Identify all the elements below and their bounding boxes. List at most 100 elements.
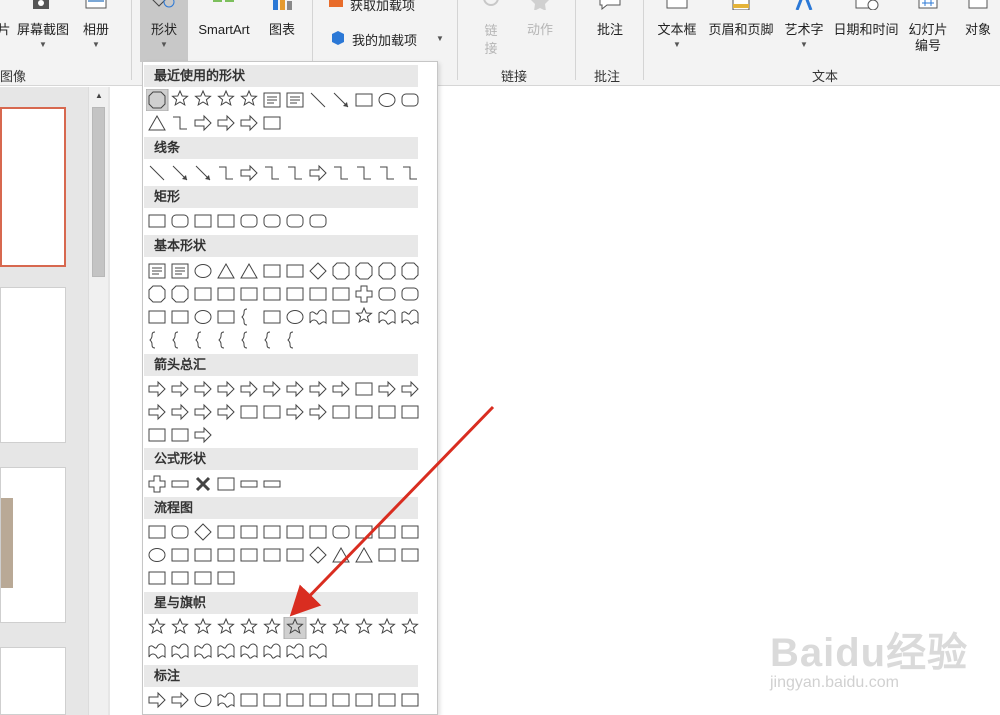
bent-arrow-shape-icon[interactable] xyxy=(332,380,350,398)
lr-arrow-shape-icon[interactable] xyxy=(240,380,258,398)
rounded-rect-shape-icon[interactable] xyxy=(171,214,189,228)
shapes-button[interactable]: 形状 ▼ xyxy=(140,0,188,62)
scroll-h-shape-icon[interactable] xyxy=(263,643,281,659)
parallelogram-shape-icon[interactable] xyxy=(263,264,281,278)
triangle-shape-icon[interactable] xyxy=(148,114,166,131)
callout-rect-shape-icon[interactable] xyxy=(148,691,166,709)
trapezoid-shape-icon[interactable] xyxy=(286,264,304,278)
left-callout-shape-icon[interactable] xyxy=(378,405,396,419)
line-callout5-shape-icon[interactable] xyxy=(332,693,350,707)
donut-shape-icon[interactable] xyxy=(194,310,212,324)
chart-button[interactable]: 图表 xyxy=(262,0,302,62)
elbow-shape-icon[interactable] xyxy=(173,116,187,130)
fc-internal-shape-icon[interactable] xyxy=(263,525,281,539)
hexagon-shape-icon[interactable] xyxy=(355,262,373,280)
fc-data-shape-icon[interactable] xyxy=(217,525,235,539)
slide-thumbnail[interactable] xyxy=(0,287,66,443)
down-arrow-shape-icon[interactable] xyxy=(240,114,258,132)
up-callout-shape-icon[interactable] xyxy=(401,405,419,419)
frame-shape-icon[interactable] xyxy=(263,287,281,301)
star24-shape-icon[interactable] xyxy=(378,617,396,634)
comment-button[interactable]: 批注 xyxy=(590,0,630,62)
fc-extract-shape-icon[interactable] xyxy=(332,546,350,563)
curved-down-shape-icon[interactable] xyxy=(217,403,235,421)
slide-thumbnail[interactable] xyxy=(0,107,66,267)
slide-thumbnail[interactable] xyxy=(0,467,66,623)
ud-arrow-shape-icon[interactable] xyxy=(263,380,281,398)
u-turn-shape-icon[interactable] xyxy=(355,382,373,396)
quad-callout-shape-icon[interactable] xyxy=(171,428,189,442)
callout-oval-shape-icon[interactable] xyxy=(194,693,212,707)
fc-alt-shape-icon[interactable] xyxy=(171,525,189,539)
explosion1-shape-icon[interactable] xyxy=(148,617,166,634)
right-callout-shape-icon[interactable] xyxy=(332,405,350,419)
fc-manual-op-shape-icon[interactable] xyxy=(401,525,419,539)
left-brace-shape-icon[interactable] xyxy=(264,331,271,349)
plus-shape-icon[interactable] xyxy=(148,475,166,493)
star12-shape-icon[interactable] xyxy=(332,617,350,634)
line-callout7-shape-icon[interactable] xyxy=(378,693,396,707)
slide-thumbnail[interactable] xyxy=(0,647,66,715)
round2-shape-icon[interactable] xyxy=(286,214,304,228)
decagon-shape-icon[interactable] xyxy=(148,285,166,303)
circular-arrow-shape-icon[interactable] xyxy=(194,426,212,444)
line-arrow-shape-icon[interactable] xyxy=(172,165,188,181)
right-brace-shape-icon[interactable] xyxy=(287,331,294,349)
oval-shape-icon[interactable] xyxy=(194,264,212,278)
star6-shape-icon[interactable] xyxy=(240,617,258,634)
line-callout8-shape-icon[interactable] xyxy=(401,693,419,707)
textbox-shape-icon[interactable] xyxy=(263,92,281,108)
snip-round-shape-icon[interactable] xyxy=(240,214,258,228)
ribbon-down-shape-icon[interactable] xyxy=(171,643,189,659)
snip2-shape-icon[interactable] xyxy=(217,214,235,228)
curved-up-shape-icon[interactable] xyxy=(194,403,212,421)
scroll-up-icon[interactable]: ▲ xyxy=(92,91,106,103)
bracket-pair-shape-icon[interactable] xyxy=(172,331,179,349)
fc-document-shape-icon[interactable] xyxy=(286,525,304,539)
left-arrow-shape-icon[interactable] xyxy=(171,380,189,398)
ribbon-up-shape-icon[interactable] xyxy=(148,643,166,659)
fc-display-shape-icon[interactable] xyxy=(217,571,235,585)
down-arrow-shape-icon[interactable] xyxy=(217,380,235,398)
star16-shape-icon[interactable] xyxy=(355,617,373,634)
rect-shape-icon[interactable] xyxy=(355,93,373,107)
not-equal-shape-icon[interactable] xyxy=(263,480,281,488)
double-wave-shape-icon[interactable] xyxy=(309,643,327,659)
arc-shape-icon[interactable] xyxy=(149,331,156,349)
divide-shape-icon[interactable] xyxy=(217,477,235,491)
line-shape-icon[interactable] xyxy=(149,165,165,181)
smiley-shape-icon[interactable] xyxy=(286,310,304,324)
star4-shape-icon[interactable] xyxy=(194,617,212,634)
elbow-arrow-shape-icon[interactable] xyxy=(240,164,258,182)
folded-shape-icon[interactable] xyxy=(263,310,281,324)
object-button[interactable]: 对象 xyxy=(958,0,998,62)
up-arrow-shape-icon[interactable] xyxy=(194,380,212,398)
equal-shape-icon[interactable] xyxy=(240,480,258,488)
minus-shape-icon[interactable] xyxy=(171,480,189,488)
fc-or-shape-icon[interactable] xyxy=(263,548,281,562)
my-addins-button[interactable]: 我的加载项 ▼ xyxy=(326,26,446,52)
fc-decision-shape-icon[interactable] xyxy=(194,523,212,541)
fc-stored-shape-icon[interactable] xyxy=(378,548,396,562)
left-up-arrow-shape-icon[interactable] xyxy=(378,380,396,398)
fc-collate-shape-icon[interactable] xyxy=(286,548,304,562)
explosion2-shape-icon[interactable] xyxy=(171,617,189,634)
curved-left-shape-icon[interactable] xyxy=(171,403,189,421)
lr-callout-shape-icon[interactable] xyxy=(148,428,166,442)
curve-free-shape-icon[interactable] xyxy=(357,166,371,180)
line-callout4-shape-icon[interactable] xyxy=(309,693,327,707)
callout-cloud-shape-icon[interactable] xyxy=(217,692,235,708)
can-shape-icon[interactable] xyxy=(401,287,419,301)
line-double-arrow-shape-icon[interactable] xyxy=(195,165,211,181)
sun-shape-icon[interactable] xyxy=(355,306,373,323)
wave-shape-icon[interactable] xyxy=(286,643,304,659)
teardrop-shape-icon[interactable] xyxy=(240,287,258,301)
octagon-8-shape-icon[interactable] xyxy=(146,89,169,111)
bent-up-arrow-shape-icon[interactable] xyxy=(401,380,419,398)
round1-shape-icon[interactable] xyxy=(263,214,281,228)
multiply-shape-icon[interactable] xyxy=(195,476,211,492)
fc-connector-shape-icon[interactable] xyxy=(148,548,166,562)
fc-sort-shape-icon[interactable] xyxy=(309,546,327,564)
fc-card-shape-icon[interactable] xyxy=(194,548,212,562)
quad-arrow-shape-icon[interactable] xyxy=(286,380,304,398)
